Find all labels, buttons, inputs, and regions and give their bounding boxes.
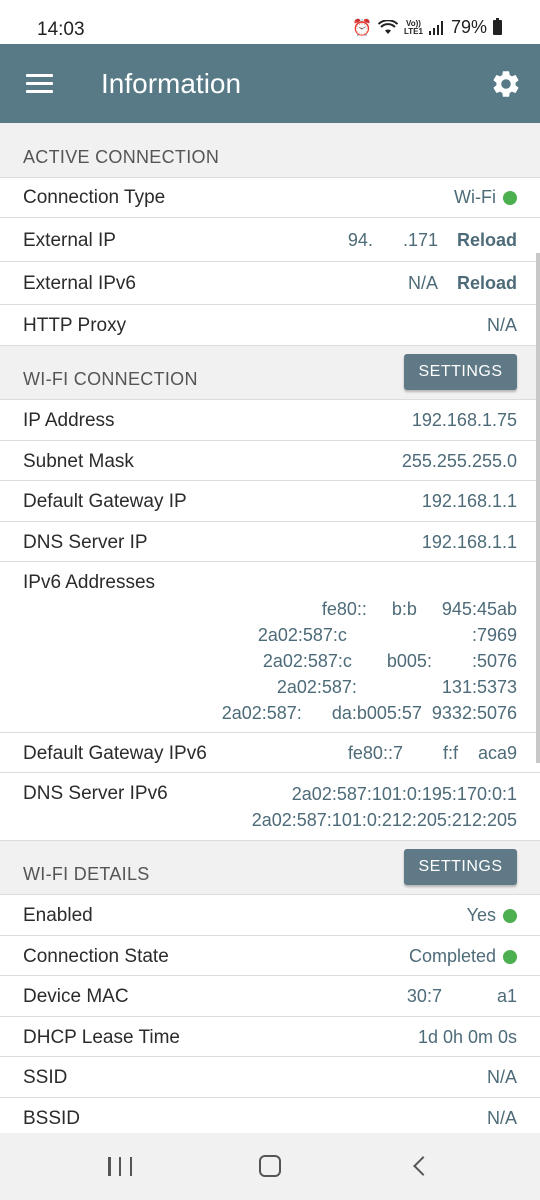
external-ipv6-value: N/A: [407, 273, 438, 293]
row-value: N/A: [486, 1108, 517, 1128]
row-value: 94. .171 Reload: [348, 230, 517, 251]
ipv6-address: 2a02:587:c b005: :5076: [262, 651, 517, 671]
information-list[interactable]: ACTIVE CONNECTION Connection Type Wi-Fi …: [0, 123, 540, 1133]
row-connection-state: Connection State Completed: [0, 936, 540, 976]
status-icons: ⏰ Vo)) LTE1 79%: [352, 17, 502, 38]
section-header-wifi-details: WI-FI DETAILS SETTINGS: [0, 841, 540, 895]
connection-state-value: Completed: [408, 946, 496, 966]
back-icon[interactable]: [413, 1156, 433, 1176]
row-dhcp-lease-time: DHCP Lease Time 1d 0h 0m 0s: [0, 1017, 540, 1057]
status-time: 14:03: [37, 19, 85, 40]
row-value: 192.168.1.1: [421, 491, 517, 511]
row-value: 255.255.255.0: [401, 451, 517, 471]
row-connection-type: Connection Type Wi-Fi: [0, 178, 540, 218]
row-label: DHCP Lease Time: [23, 1027, 180, 1048]
row-value: N/A: [486, 315, 517, 335]
enabled-value: Yes: [466, 905, 496, 925]
row-label: DNS Server IP: [23, 532, 148, 553]
scrollbar[interactable]: [536, 253, 540, 763]
row-dns-server-ip: DNS Server IP 192.168.1.1: [0, 522, 540, 562]
battery-icon: [493, 18, 502, 35]
ipv6-address: 2a02:587: da:b005:57 9332:5076: [221, 703, 517, 723]
row-ssid: SSID N/A: [0, 1057, 540, 1098]
row-ipv6-addresses: IPv6 Addresses fe80:: b:b 945:45ab 2a02:…: [0, 562, 540, 733]
dns-ipv6-list: 2a02:587:101:0:195:170:0:1 2a02:587:101:…: [252, 781, 517, 833]
dns-ipv6-address: 2a02:587:101:0:195:170:0:1: [291, 784, 517, 804]
row-subnet-mask: Subnet Mask 255.255.255.0: [0, 441, 540, 481]
ipv6-address: fe80:: b:b 945:45ab: [321, 599, 517, 619]
status-ok-dot-icon: [503, 949, 517, 964]
volte-bottom-text: LTE1: [404, 26, 423, 36]
row-value: N/A: [486, 1067, 517, 1087]
row-label: Default Gateway IPv6: [23, 743, 207, 764]
hamburger-menu-icon[interactable]: [26, 74, 53, 94]
row-external-ipv6: External IPv6 N/A Reload: [0, 262, 540, 305]
external-ip-value: 94. .171: [347, 230, 438, 250]
recents-icon[interactable]: [108, 1157, 132, 1176]
ipv6-address-list: fe80:: b:b 945:45ab 2a02:587:c :7969 2a0…: [222, 596, 517, 726]
section-title: WI-FI CONNECTION: [23, 369, 198, 389]
row-dns-server-ipv6: DNS Server IPv6 2a02:587:101:0:195:170:0…: [0, 773, 540, 841]
reload-external-ipv6-button[interactable]: Reload: [457, 273, 517, 294]
section-header-wifi-connection: WI-FI CONNECTION SETTINGS: [0, 346, 540, 400]
connection-type-value: Wi-Fi: [454, 187, 496, 207]
status-ok-dot-icon: [503, 908, 517, 923]
volte-indicator: Vo)) LTE1: [404, 19, 423, 36]
row-device-mac: Device MAC 30:7 a1: [0, 976, 540, 1017]
battery-percent: 79%: [450, 17, 487, 37]
row-label: IP Address: [23, 410, 115, 431]
wifi-details-settings-button[interactable]: SETTINGS: [404, 849, 517, 885]
row-value: 1d 0h 0m 0s: [417, 1027, 517, 1047]
system-nav-bar: [0, 1133, 540, 1200]
app-bar: Information: [0, 44, 540, 123]
section-title: WI-FI DETAILS: [23, 864, 150, 884]
wifi-icon: [378, 19, 398, 34]
wifi-connection-settings-button[interactable]: SETTINGS: [404, 354, 517, 390]
section-header-active-connection: ACTIVE CONNECTION: [0, 123, 540, 178]
row-value: Completed: [409, 946, 517, 967]
row-label: Device MAC: [23, 986, 129, 1007]
alarm-icon: ⏰: [352, 19, 372, 37]
row-label: Connection Type: [23, 187, 166, 208]
row-value: Yes: [467, 905, 517, 926]
row-value: fe80::7 f:f aca9: [347, 743, 517, 763]
row-label: Subnet Mask: [23, 451, 134, 472]
row-value: N/A Reload: [408, 273, 517, 294]
row-value: Wi-Fi: [454, 187, 517, 208]
row-default-gateway-ipv6: Default Gateway IPv6 fe80::7 f:f aca9: [0, 733, 540, 773]
row-value: 192.168.1.75: [411, 410, 517, 430]
row-default-gateway-ip: Default Gateway IP 192.168.1.1: [0, 481, 540, 522]
page-title: Information: [101, 68, 242, 99]
row-http-proxy: HTTP Proxy N/A: [0, 305, 540, 346]
status-ok-dot-icon: [503, 190, 517, 205]
row-bssid: BSSID N/A: [0, 1098, 540, 1133]
row-label: IPv6 Addresses: [23, 572, 156, 593]
row-value: 192.168.1.1: [421, 532, 517, 552]
row-ip-address: IP Address 192.168.1.75: [0, 400, 540, 441]
signal-icon: [428, 20, 443, 35]
row-label: SSID: [23, 1067, 68, 1088]
row-label: DNS Server IPv6: [23, 783, 168, 804]
home-icon[interactable]: [259, 1155, 281, 1177]
status-bar: 14:03 ⏰ Vo)) LTE1 79%: [0, 0, 540, 44]
row-label: Connection State: [23, 946, 169, 967]
reload-external-ip-button[interactable]: Reload: [457, 230, 517, 251]
row-label: Default Gateway IP: [23, 491, 187, 512]
row-label: BSSID: [23, 1108, 81, 1129]
section-title: ACTIVE CONNECTION: [23, 147, 220, 167]
row-label: External IPv6: [23, 273, 136, 294]
row-external-ip: External IP 94. .171 Reload: [0, 218, 540, 262]
ipv6-address: 2a02:587:c :7969: [257, 625, 517, 645]
ipv6-address: 2a02:587: 131:5373: [276, 677, 517, 697]
row-label: External IP: [23, 230, 116, 251]
row-enabled: Enabled Yes: [0, 895, 540, 936]
dns-ipv6-address: 2a02:587:101:0:212:205:212:205: [251, 810, 517, 830]
row-label: HTTP Proxy: [23, 315, 127, 336]
gear-icon[interactable]: [490, 68, 522, 100]
row-label: Enabled: [23, 905, 93, 926]
row-value: 30:7 a1: [406, 986, 517, 1006]
